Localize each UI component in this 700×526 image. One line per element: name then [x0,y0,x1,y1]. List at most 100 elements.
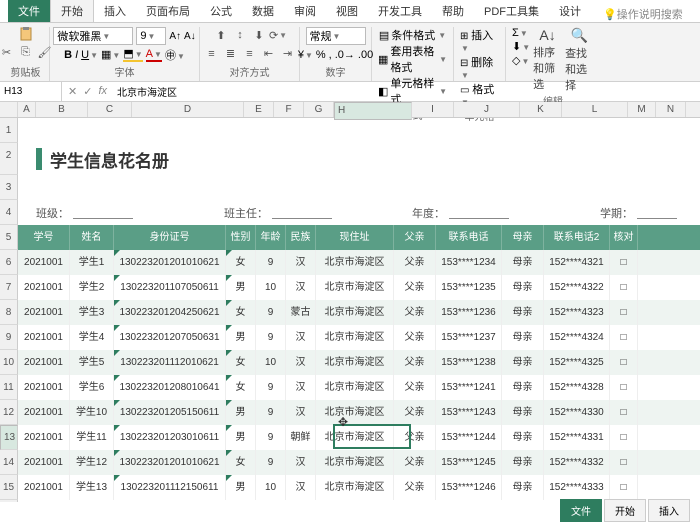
border-button[interactable]: ▦▼ [101,48,120,61]
cell[interactable]: 母亲 [502,425,544,450]
cell[interactable]: 女 [226,250,256,275]
cell[interactable]: 汉 [286,375,316,400]
cell[interactable]: 9 [256,300,286,325]
col-header[interactable]: I [412,102,454,117]
grid[interactable]: ABCDEFGHIJKLMN 1234567891011121314151617… [0,102,700,502]
cell[interactable]: 汉 [286,475,316,500]
font-name-select[interactable]: 微软雅黑▼ [53,27,133,45]
col-header[interactable]: C [88,102,132,117]
cell[interactable]: 北京市海淀区 [316,400,394,425]
cell[interactable]: 父亲 [394,350,436,375]
tab-dev[interactable]: 开发工具 [368,0,432,22]
indent-dec-icon[interactable]: ⇤ [261,46,277,62]
cell[interactable]: 2021001 [18,275,70,300]
cell[interactable]: 母亲 [502,325,544,350]
cell[interactable]: 130223201201010621 [114,250,226,275]
cell[interactable]: □ [610,300,638,325]
cell[interactable]: 9 [256,325,286,350]
cell[interactable]: 男 [226,400,256,425]
cell[interactable]: 汉 [286,250,316,275]
cell[interactable]: 153****1241 [436,375,502,400]
cell[interactable]: □ [610,425,638,450]
table-row[interactable]: 2021001学生4130223201207050631男9汉北京市海淀区父亲1… [18,325,700,350]
cell[interactable]: 10 [256,275,286,300]
align-right-icon[interactable]: ≡ [242,46,258,62]
tab-review[interactable]: 审阅 [284,0,326,22]
autosum-button[interactable]: Σ▼ [512,27,530,39]
cell[interactable]: 2021001 [18,375,70,400]
tab-data[interactable]: 数据 [242,0,284,22]
cell[interactable]: 北京市海淀区 [316,375,394,400]
italic-button[interactable]: I [75,49,78,61]
cell[interactable]: 女 [226,350,256,375]
cell[interactable]: 153****1236 [436,300,502,325]
row-header[interactable]: 15 [0,475,18,500]
cell[interactable]: 朝鲜 [286,425,316,450]
inc-decimal-icon[interactable]: .0→ [335,49,355,61]
cell[interactable]: 152****4324 [544,325,610,350]
table-row[interactable]: 2021001学生5130223201112010621女10汉北京市海淀区父亲… [18,350,700,375]
dec-decimal-icon[interactable]: .00 [358,49,373,61]
cell[interactable]: 母亲 [502,350,544,375]
row-header[interactable]: 3 [0,175,18,200]
cell[interactable]: □ [610,475,638,500]
table-row[interactable]: 2021001学生1130223201201010621女9汉北京市海淀区父亲1… [18,250,700,275]
table-row[interactable]: 2021001学生13130223201112150611男10汉北京市海淀区父… [18,475,700,500]
row-header[interactable]: 13 [0,425,18,450]
cell[interactable]: 母亲 [502,275,544,300]
cell[interactable]: 153****1238 [436,350,502,375]
cancel-icon[interactable]: ✕ [68,85,77,98]
cell[interactable]: 汉 [286,450,316,475]
cell[interactable]: 9 [256,250,286,275]
col-header[interactable]: B [36,102,88,117]
align-middle-icon[interactable]: ↕ [232,27,248,43]
insert-cells-button[interactable]: ⊞ 插入▼ [460,27,499,54]
cond-format-button[interactable]: ▤条件格式▼ [379,27,446,43]
meta-term-value[interactable] [637,207,677,219]
cell[interactable]: 152****4325 [544,350,610,375]
col-header[interactable]: K [520,102,562,117]
cell[interactable]: 学生3 [70,300,114,325]
row-header[interactable]: 5 [0,225,18,250]
table-row[interactable]: 2021001学生6130223201208010641女9汉北京市海淀区父亲1… [18,375,700,400]
cell[interactable]: 汉 [286,400,316,425]
cell[interactable]: 152****4321 [544,250,610,275]
clear-button[interactable]: ◇▼ [512,54,530,67]
cell[interactable]: 汉 [286,275,316,300]
row-header[interactable]: 1 [0,118,18,143]
cell[interactable]: 130223201208010641 [114,375,226,400]
cell[interactable]: 父亲 [394,275,436,300]
number-format-select[interactable]: 常规▼ [306,27,366,45]
cell[interactable]: 152****4328 [544,375,610,400]
decrease-font-icon[interactable]: A↓ [184,31,196,42]
cell[interactable]: 9 [256,425,286,450]
cell[interactable]: 北京市海淀区 [316,300,394,325]
tab-design[interactable]: 设计 [549,0,591,22]
cell[interactable]: 130223201112150611 [114,475,226,500]
copy-icon[interactable]: ⎘ [18,45,34,61]
cell[interactable]: 152****4332 [544,450,610,475]
cell[interactable]: 女 [226,375,256,400]
row-header[interactable]: 7 [0,275,18,300]
currency-icon[interactable]: ¥▼ [298,49,313,61]
cell[interactable]: 母亲 [502,250,544,275]
font-size-select[interactable]: 9▼ [136,27,166,45]
cell[interactable]: 153****1234 [436,250,502,275]
cell[interactable]: 父亲 [394,475,436,500]
indent-inc-icon[interactable]: ⇥ [280,46,296,62]
cell[interactable]: 130223201112010621 [114,350,226,375]
cell[interactable]: 2021001 [18,425,70,450]
col-header[interactable]: E [244,102,274,117]
table-row[interactable]: 2021001学生10130223201205150611男9汉北京市海淀区父亲… [18,400,700,425]
cell[interactable]: 130223201203010611 [114,425,226,450]
footer-tab-insert[interactable]: 插入 [648,499,690,522]
cell[interactable]: 2021001 [18,300,70,325]
cell[interactable]: 女 [226,450,256,475]
cell[interactable]: 父亲 [394,425,436,450]
cell[interactable]: 母亲 [502,475,544,500]
cell[interactable]: 父亲 [394,325,436,350]
cell[interactable]: 母亲 [502,300,544,325]
cell[interactable]: 父亲 [394,375,436,400]
row-header[interactable]: 2 [0,143,18,175]
tab-view[interactable]: 视图 [326,0,368,22]
